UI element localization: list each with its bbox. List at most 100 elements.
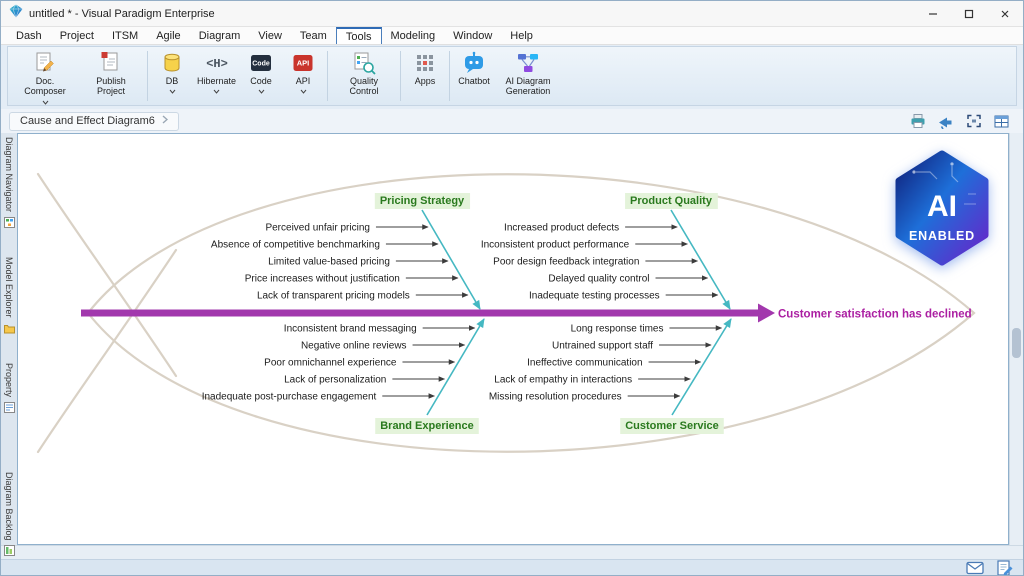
svg-text:Code: Code [252,61,270,68]
cause-item[interactable]: Lack of transparent pricing models [257,291,468,302]
cause-item[interactable]: Limited value-based pricing [268,257,448,268]
dock-tab-label: Model Explorer [4,257,14,318]
cause-label: Limited value-based pricing [268,257,390,268]
chevron-down-icon [169,87,176,94]
dock-tab-label: Property [4,363,14,397]
toolbar-label: Quality Control [335,76,393,97]
api-icon: API [290,50,316,76]
fishbone-diagram: Perceived unfair pricing Absence of compe… [18,134,1008,544]
grid-panel-icon[interactable] [992,113,1011,130]
cause-item[interactable]: Inadequate testing processes [529,291,718,302]
cause-item[interactable]: Increased product defects [504,223,677,234]
sidebar-item-diagram-navigator[interactable]: Diagram Navigator [4,137,15,233]
menu-item-project[interactable]: Project [51,27,103,44]
menu-item-agile[interactable]: Agile [147,27,189,44]
menu-item-view[interactable]: View [249,27,291,44]
cause-item[interactable]: Missing resolution procedures [489,392,680,403]
vertical-scrollbar[interactable] [1009,133,1023,545]
view-tools [908,113,1011,130]
chevron-down-icon [300,87,307,94]
category-group: Increased product defects Inconsistent pr… [481,193,730,309]
diagram-tab[interactable]: Cause and Effect Diagram6 [9,112,179,131]
menu-item-tools[interactable]: Tools [336,27,382,44]
apps-button[interactable]: Apps [404,48,446,104]
cause-label: Inconsistent product performance [481,240,630,251]
horizontal-scrollbar[interactable] [1,545,1023,559]
category-label[interactable]: Pricing Strategy [380,195,465,207]
mail-icon[interactable] [966,561,984,575]
category-label[interactable]: Customer Service [625,420,719,432]
toolbar-label: Hibernate [197,76,236,86]
diagram-navigator-icon [4,215,15,233]
quality-control-button[interactable]: Quality Control [331,48,397,104]
maximize-icon[interactable] [951,1,987,26]
hibernate-button[interactable]: <H> Hibernate [193,48,240,104]
category-bone[interactable] [422,210,480,309]
api-button[interactable]: API API [282,48,324,104]
edit-document-icon[interactable] [996,560,1013,576]
cause-item[interactable]: Untrained support staff [552,341,711,352]
cause-item[interactable]: Negative online reviews [301,341,465,352]
sidebar-item-model-explorer[interactable]: Model Explorer [4,257,15,339]
apps-grid-icon [412,50,438,76]
cause-item[interactable]: Long response times [571,324,722,335]
title-bar: untitled * - Visual Paradigm Enterprise [1,1,1023,27]
effect-label[interactable]: Customer satisfaction has declined [778,309,972,321]
chevron-down-icon [213,87,220,94]
badge-subtitle: ENABLED [909,229,975,243]
menu-item-dash[interactable]: Dash [7,27,51,44]
diagram-canvas[interactable]: Perceived unfair pricing Absence of compe… [17,133,1009,545]
cause-item[interactable]: Ineffective communication [527,358,700,369]
category-label[interactable]: Brand Experience [380,420,474,432]
cause-item[interactable]: Inadequate post-purchase engagement [202,392,435,403]
cause-item[interactable]: Lack of personalization [284,375,444,386]
code-button[interactable]: Code Code [240,48,282,104]
fit-selection-icon[interactable] [964,113,983,130]
menu-item-modeling[interactable]: Modeling [382,27,445,44]
cause-label: Lack of empathy in interactions [494,375,632,386]
doc-composer-button[interactable]: Doc. Composer [12,48,78,104]
vertical-scrollbar-handle[interactable] [1012,328,1021,358]
category-bone[interactable] [671,210,730,309]
ai-diagram-generation-button[interactable]: AI Diagram Generation [495,48,561,104]
category-label[interactable]: Product Quality [630,195,713,207]
cause-label: Long response times [571,324,664,335]
sidebar-item-diagram-backlog[interactable]: Diagram Backlog [4,472,15,562]
chevron-down-icon [258,87,265,94]
sidebar-item-property[interactable]: Property [4,363,15,418]
cause-item[interactable]: Perceived unfair pricing [265,223,428,234]
menu-bar: Dash Project ITSM Agile Diagram View Tea… [1,27,1023,45]
menu-item-diagram[interactable]: Diagram [190,27,250,44]
minimize-icon[interactable] [915,1,951,26]
toolbar-separator [147,51,148,101]
ribbon-box: Doc. Composer Publish Project [7,46,1017,106]
print-icon[interactable] [908,113,927,130]
announce-icon[interactable] [936,113,955,130]
cause-item[interactable]: Absence of competitive benchmarking [211,240,438,251]
cause-label: Poor omnichannel experience [264,358,397,369]
toolbar-label: Code [250,76,272,86]
db-button[interactable]: DB [151,48,193,104]
cause-item[interactable]: Lack of empathy in interactions [494,375,690,386]
fishbone-spine[interactable] [81,304,775,323]
menu-item-itsm[interactable]: ITSM [103,27,147,44]
cause-item[interactable]: Poor omnichannel experience [264,358,454,369]
close-icon[interactable] [987,1,1023,26]
menu-item-team[interactable]: Team [291,27,336,44]
menu-item-help[interactable]: Help [501,27,542,44]
cause-item[interactable]: Price increases without justification [245,274,458,285]
cause-item[interactable]: Inconsistent brand messaging [284,324,475,335]
cause-item[interactable]: Poor design feedback integration [493,257,697,268]
chatbot-button[interactable]: Chatbot [453,48,495,104]
publish-project-button[interactable]: Publish Project [78,48,144,104]
ai-enabled-badge: AIENABLED [899,154,985,262]
chevron-down-icon [42,98,49,105]
menu-item-window[interactable]: Window [444,27,501,44]
category-bone[interactable] [427,319,484,415]
category-bone[interactable] [672,319,731,415]
cause-item[interactable]: Delayed quality control [548,274,707,285]
hibernate-icon: <H> [204,50,230,76]
cause-label: Absence of competitive benchmarking [211,240,380,251]
cause-label: Untrained support staff [552,341,653,352]
cause-item[interactable]: Inconsistent product performance [481,240,687,251]
